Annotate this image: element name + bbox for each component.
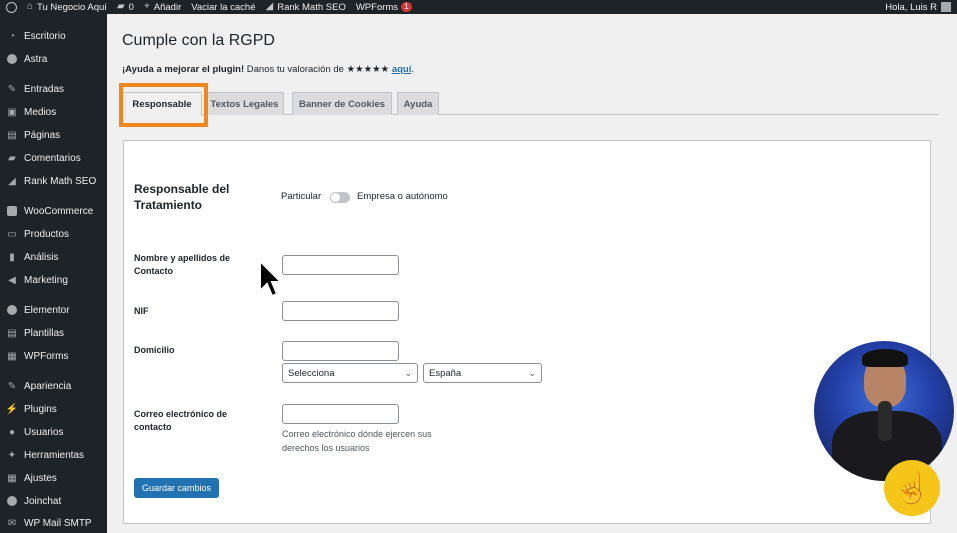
name-label: Nombre y apellidos de Contacto [134, 253, 231, 276]
sidebar-item-comentarios[interactable]: ▰ Comentarios [0, 148, 107, 168]
chevron-down-icon: ⌄ [404, 367, 412, 378]
analytics-icon: ▮ [9, 251, 15, 263]
tab-highlight-box [119, 83, 208, 127]
woocommerce-icon [6, 205, 18, 217]
tab-ayuda[interactable]: Ayuda [397, 92, 439, 115]
dashboard-icon: ◔ [8, 30, 16, 42]
brush-icon: ✎ [7, 380, 17, 392]
comments-link[interactable]: ▰ 0 [117, 2, 134, 13]
comments-icon: ▰ [8, 152, 16, 164]
plus-icon: + [143, 1, 150, 12]
sidebar-item-wpforms[interactable]: ▦ WPForms [0, 346, 107, 366]
wrench-icon: ✦ [7, 449, 17, 461]
settings-panel: Responsable del Tratamiento Particular E… [123, 140, 931, 524]
tab-bar: Responsable Textos Legales Banner de Coo… [122, 92, 939, 116]
sidebar-item-elementor[interactable]: Elementor [0, 300, 107, 320]
wpforms-badge: 1 [401, 2, 412, 12]
pages-icon: ▤ [7, 129, 17, 141]
mail-icon: ✉ [7, 517, 17, 529]
templates-icon: ▤ [7, 327, 17, 339]
sidebar-item-apariencia[interactable]: ✎ Apariencia [0, 376, 107, 396]
rating-link[interactable]: aquí [392, 64, 412, 75]
products-icon: ▭ [7, 228, 17, 240]
sidebar-item-astra[interactable]: Astra [0, 49, 107, 69]
media-icon: ▣ [7, 106, 17, 118]
sidebar-item-marketing[interactable]: ◀ Marketing [0, 270, 107, 290]
webcam-overlay [814, 341, 954, 481]
email-help-text: Correo electrónico dónde ejercen sus der… [282, 429, 432, 453]
greeting-link[interactable]: Hola, Luis R [885, 2, 937, 13]
sidebar-item-herramientas[interactable]: ✦ Herramientas [0, 445, 107, 465]
pointing-hand-icon: ☝ [884, 460, 940, 516]
add-new-link[interactable]: + Añadir [144, 2, 181, 13]
nif-field[interactable] [282, 301, 399, 321]
sidebar-item-productos[interactable]: ▭ Productos [0, 224, 107, 244]
sidebar-item-paginas[interactable]: ▤ Páginas [0, 125, 107, 145]
sidebar-item-joinchat[interactable]: Joinchat [0, 491, 107, 511]
avatar[interactable] [941, 2, 951, 12]
mouse-cursor-icon [259, 259, 282, 298]
stars-icon: ★★★★★ [346, 64, 390, 75]
megaphone-icon: ◀ [8, 274, 16, 286]
rating-notice: ¡Ayuda a mejorar el plugin! Danos tu val… [122, 64, 414, 75]
astra-icon [6, 53, 18, 65]
tab-banner-cookies[interactable]: Banner de Cookies [292, 92, 392, 115]
sidebar-item-wpmailsmtp[interactable]: ✉ WP Mail SMTP [0, 513, 107, 533]
page-title: Cumple con la RGPD [122, 32, 275, 49]
address-label: Domicilio [134, 345, 175, 355]
sidebar-item-plantillas[interactable]: ▤ Plantillas [0, 323, 107, 343]
entity-type-toggle[interactable] [330, 192, 350, 203]
plugin-icon: ⚡ [5, 403, 19, 415]
toggle-right-label: Empresa o autónomo [357, 191, 448, 202]
wpforms-icon: ▦ [7, 350, 17, 362]
sidebar-item-entradas[interactable]: ✎ Entradas [0, 79, 107, 99]
wordpress-logo-icon[interactable] [6, 1, 17, 13]
sidebar-item-rankmath[interactable]: ◢ Rank Math SEO [0, 171, 107, 191]
wpforms-link[interactable]: WPForms 1 [356, 2, 412, 13]
nif-label: NIF [134, 306, 149, 316]
sidebar-item-plugins[interactable]: ⚡ Plugins [0, 399, 107, 419]
address-field[interactable] [282, 341, 399, 361]
chevron-down-icon: ⌄ [528, 367, 536, 378]
province-select[interactable]: Selecciona ⌄ [282, 363, 418, 383]
email-label: Correo electrónico de contacto [134, 409, 228, 432]
rankmath-link[interactable]: ◢ Rank Math SEO [266, 2, 346, 13]
save-button[interactable]: Guardar cambios [134, 478, 219, 498]
toggle-left-label: Particular [281, 191, 322, 202]
admin-bar: ⌂ Tu Negocio Aquí ▰ 0 + Añadir Vaciar la ca… [0, 0, 957, 14]
clear-cache-link[interactable]: Vaciar la caché [191, 2, 255, 13]
sidebar-item-woocommerce[interactable]: WooCommerce [0, 201, 107, 221]
sidebar-item-ajustes[interactable]: ▦ Ajustes [0, 468, 107, 488]
section-title: Responsable del Tratamiento [134, 182, 230, 212]
admin-sidebar: ◔ Escritorio Astra ✎ Entradas ▣ Medios ▤ Pág… [0, 14, 107, 533]
comment-icon: ▰ [116, 1, 125, 12]
tab-textos-legales[interactable]: Textos Legales [205, 92, 284, 115]
whatsapp-icon [6, 495, 18, 507]
rankmath-icon: ◢ [265, 1, 274, 12]
sidebar-item-medios[interactable]: ▣ Medios [0, 102, 107, 122]
site-name-link[interactable]: ⌂ Tu Negocio Aquí [27, 2, 107, 13]
name-field[interactable] [282, 255, 399, 275]
sidebar-item-escritorio[interactable]: ◔ Escritorio [0, 26, 107, 46]
settings-icon: ▦ [7, 472, 17, 484]
users-icon: ● [8, 426, 16, 438]
country-select[interactable]: España ⌄ [423, 363, 542, 383]
sidebar-item-analisis[interactable]: ▮ Análisis [0, 247, 107, 267]
home-icon: ⌂ [27, 1, 34, 12]
pin-icon: ✎ [7, 83, 17, 95]
rankmath-icon: ◢ [8, 175, 16, 187]
elementor-icon [6, 304, 18, 316]
email-field[interactable] [282, 404, 399, 424]
sidebar-item-usuarios[interactable]: ● Usuarios [0, 422, 107, 442]
